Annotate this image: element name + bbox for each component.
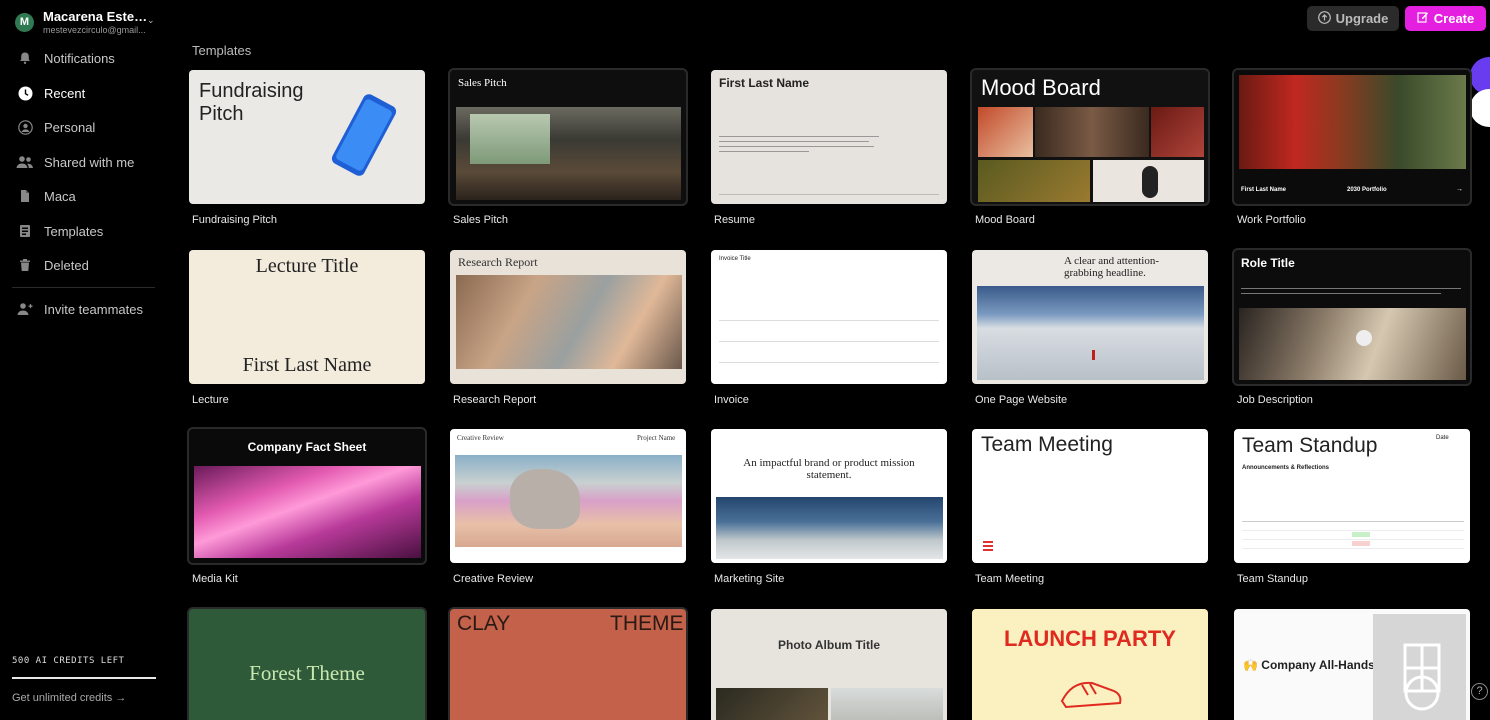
- template-label: Team Meeting: [975, 573, 1045, 585]
- thumb-title: CLAY: [457, 612, 511, 635]
- sidebar-item-label: Maca: [44, 188, 76, 204]
- edit-icon: [1417, 11, 1429, 26]
- template-label: Job Description: [1237, 394, 1313, 406]
- thumb-title: Photo Album Title: [778, 638, 880, 652]
- thumb-title: Fundraising Pitch: [199, 80, 304, 125]
- unlimited-credits-link[interactable]: Get unlimited credits →: [12, 692, 126, 704]
- template-label: Resume: [714, 214, 755, 226]
- section-title: Templates: [192, 43, 252, 58]
- template-thumbnail: Team Standup Date Announcements & Reflec…: [1234, 429, 1470, 563]
- thumb-title: Research Report: [458, 255, 538, 269]
- template-label: Invoice: [714, 394, 749, 406]
- template-label: One Page Website: [975, 394, 1068, 406]
- folder-icon: [16, 187, 34, 205]
- building-icon: [1403, 643, 1441, 711]
- upgrade-button[interactable]: Upgrade: [1307, 6, 1399, 31]
- template-thumbnail: Forest Theme: [189, 609, 425, 720]
- template-thumbnail: Fundraising Pitch: [189, 70, 425, 204]
- assistant-bubble-secondary[interactable]: [1470, 89, 1490, 127]
- template-thumbnail: First Last Name: [711, 70, 947, 204]
- clock-icon: [16, 84, 34, 102]
- sidebar-item-recent[interactable]: Recent: [8, 79, 158, 107]
- sidebar-item-label: Deleted: [44, 257, 89, 273]
- arrow-up-circle-icon: [1317, 10, 1331, 27]
- sidebar-item-label: Personal: [44, 119, 96, 135]
- thumb-title: A clear and attention-grabbing headline.: [1064, 255, 1159, 279]
- thumb-title: An impactful brand or product mission st…: [743, 457, 915, 481]
- sidebar-item-personal[interactable]: Personal: [8, 113, 158, 141]
- thumb-title: Mood Board: [981, 75, 1101, 100]
- sidebar-item-label: Templates: [44, 223, 104, 239]
- template-label: Work Portfolio: [1237, 214, 1306, 226]
- sidebar-item-shared[interactable]: Shared with me: [8, 148, 158, 176]
- template-label: Marketing Site: [714, 573, 785, 585]
- template-thumbnail: Role Title: [1234, 250, 1470, 384]
- template-thumbnail: Company Fact Sheet: [189, 429, 425, 563]
- template-label: Sales Pitch: [453, 214, 509, 226]
- sidebar-item-deleted[interactable]: Deleted: [8, 251, 158, 279]
- thumb-title: First Last Name: [719, 76, 810, 90]
- template-thumbnail: Research Report: [450, 250, 686, 384]
- credits-counter: 500 AI CREDITS LEFT: [12, 656, 125, 666]
- template-thumbnail: LAUNCH PARTY: [972, 609, 1208, 720]
- template-thumbnail: Sales Pitch: [450, 70, 686, 204]
- template-thumbnail: Photo Album Title: [711, 609, 947, 720]
- template-thumbnail: An impactful brand or product mission st…: [711, 429, 947, 563]
- template-thumbnail: Team Meeting: [972, 429, 1208, 563]
- sidebar-item-label: Recent: [44, 85, 86, 101]
- template-thumbnail: 🙌 Company All-Hands: [1234, 609, 1470, 720]
- template-thumbnail: First Last Name 2030 Portfolio →: [1234, 70, 1470, 204]
- thumb-title: Team Standup: [1242, 434, 1378, 457]
- account-email: mestevezcirculo@gmail...: [43, 25, 146, 35]
- account-name: Macarena Estev...: [43, 9, 148, 24]
- sidebar-item-notifications[interactable]: Notifications: [8, 44, 158, 72]
- template-thumbnail: Mood Board: [972, 70, 1208, 204]
- thumb-title: Forest Theme: [249, 661, 365, 685]
- template-label: Lecture: [192, 394, 229, 406]
- bell-icon: [16, 49, 34, 67]
- thumb-window: [470, 114, 550, 164]
- create-label: Create: [1433, 11, 1475, 26]
- templates-icon: [16, 222, 34, 240]
- thumb-title: Invoice Title: [719, 256, 751, 262]
- thumb-title: Lecture Title: [255, 255, 359, 277]
- avatar: M: [15, 13, 34, 32]
- help-icon[interactable]: ?: [1471, 683, 1488, 700]
- upgrade-label: Upgrade: [1335, 11, 1389, 26]
- template-thumbnail: A clear and attention-grabbing headline.: [972, 250, 1208, 384]
- credits-bar: [12, 677, 156, 679]
- thumb-title: Team Meeting: [981, 433, 1113, 456]
- template-thumbnail: Invoice Title: [711, 250, 947, 384]
- sidebar-item-label: Shared with me: [44, 154, 135, 170]
- template-label: Media Kit: [192, 573, 238, 585]
- template-thumbnail: Creative Review Project Name: [450, 429, 686, 563]
- template-label: Research Report: [453, 394, 537, 406]
- thumb-title: Role Title: [1241, 256, 1295, 270]
- divider: [12, 287, 155, 288]
- thumb-title: Company Fact Sheet: [247, 440, 367, 454]
- thumb-title: Sales Pitch: [458, 77, 507, 89]
- template-label: Creative Review: [453, 573, 534, 585]
- person-icon: [16, 118, 34, 136]
- sidebar-item-maca[interactable]: Maca: [8, 182, 158, 210]
- sidebar-item-label: Invite teammates: [44, 301, 143, 317]
- template-label: Team Standup: [1237, 573, 1308, 585]
- sidebar-item-templates[interactable]: Templates: [8, 217, 158, 245]
- trash-icon: [16, 256, 34, 274]
- template-thumbnail: Lecture Title First Last Name: [189, 250, 425, 384]
- people-icon: [16, 153, 34, 171]
- account-switcher[interactable]: M Macarena Estev... ⌄ mestevezcirculo@gm…: [15, 9, 165, 37]
- template-label: Fundraising Pitch: [192, 214, 277, 226]
- thumb-title: LAUNCH PARTY: [1004, 626, 1176, 651]
- sidebar-item-label: Notifications: [44, 50, 115, 66]
- template-thumbnail: CLAY THEME: [450, 609, 686, 720]
- invite-teammates-button[interactable]: Invite teammates: [8, 295, 158, 323]
- add-person-icon: [16, 300, 34, 318]
- thumb-title: 🙌 Company All-Hands: [1243, 658, 1375, 672]
- sidebar: M Macarena Estev... ⌄ mestevezcirculo@gm…: [0, 0, 170, 720]
- template-label: Mood Board: [975, 214, 1035, 226]
- sneaker-icon: [1060, 681, 1122, 709]
- create-button[interactable]: Create: [1405, 6, 1486, 31]
